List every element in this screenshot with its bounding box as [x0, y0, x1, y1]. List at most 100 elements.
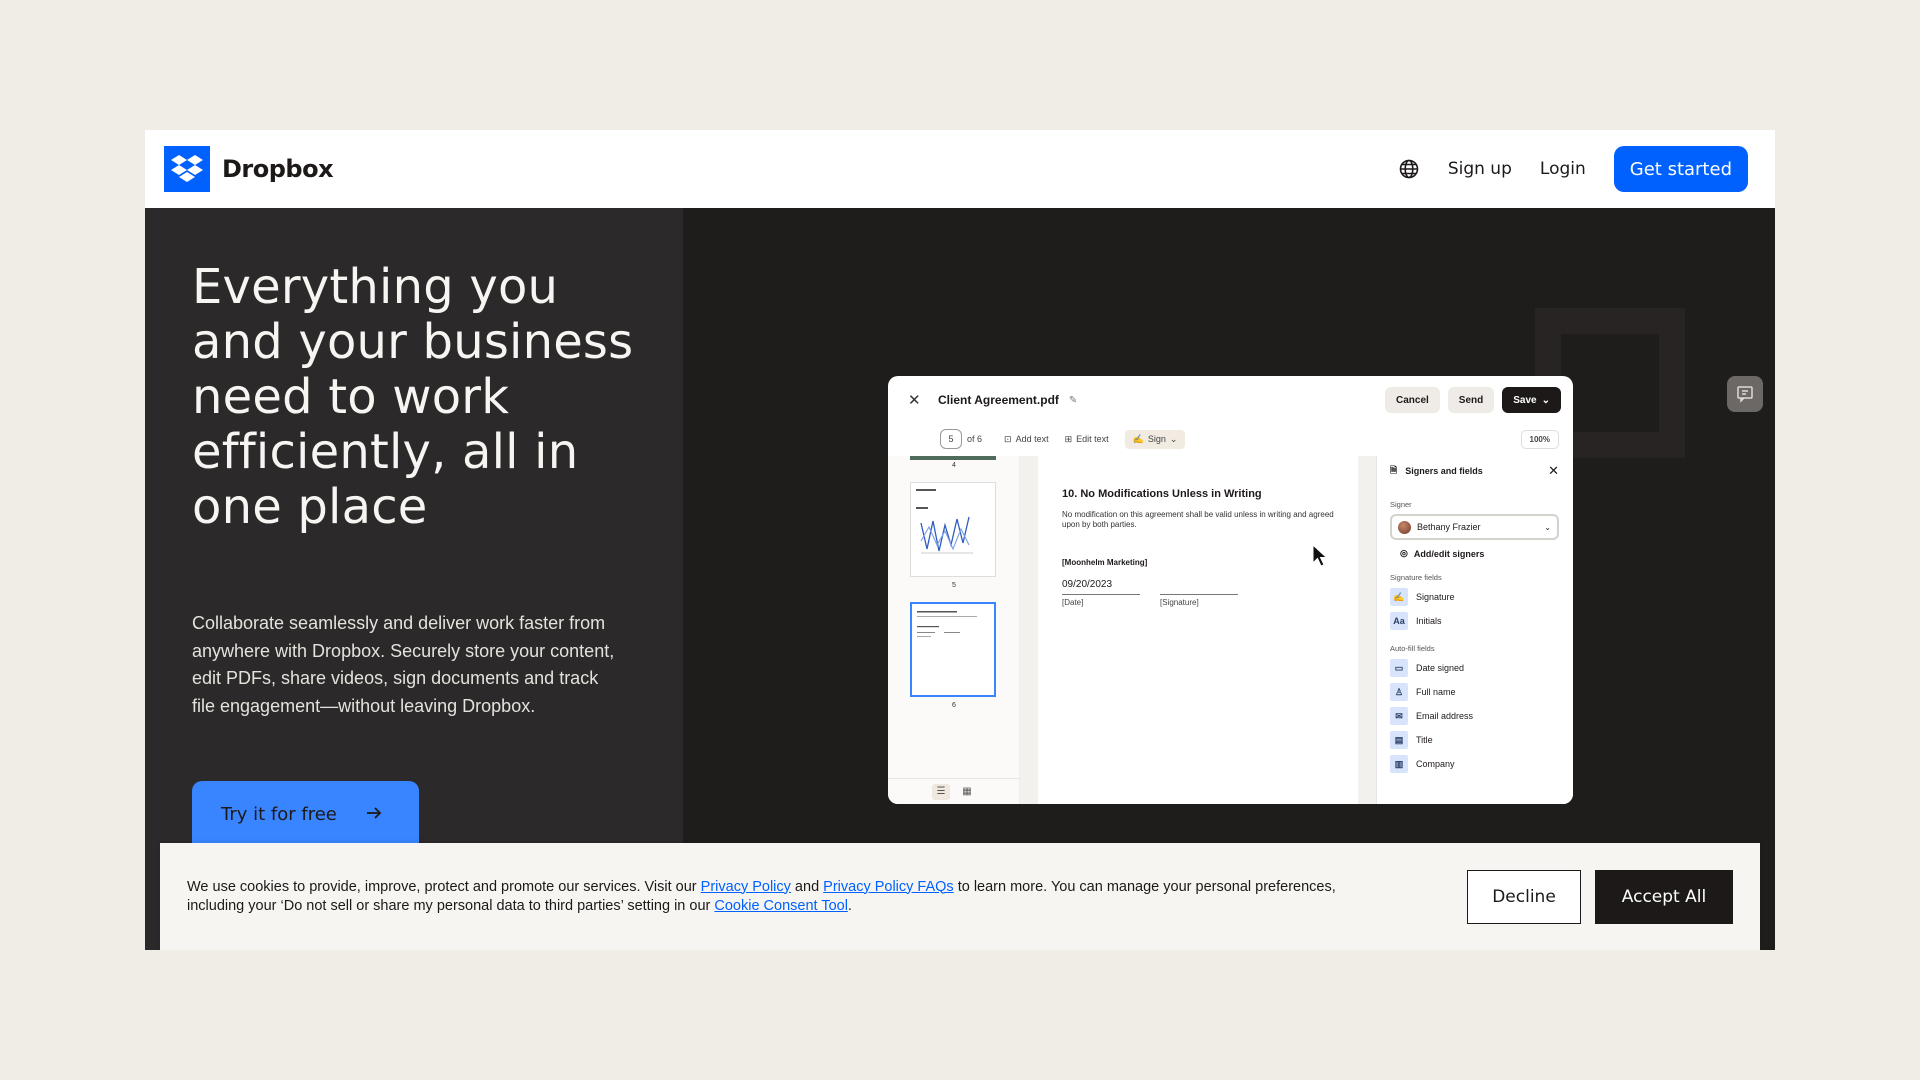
browser-viewport: Dropbox Sign up Login Get started Everyt… — [145, 130, 1775, 950]
editor-subtoolbar: 5 of 6 ⊡ Add text ⊞ Edit text ✍ Sign ⌄ 1… — [888, 424, 1573, 454]
send-button[interactable]: Send — [1447, 387, 1495, 413]
building-icon: ▥ — [1390, 755, 1408, 773]
document-icon: 🗎 — [1390, 465, 1398, 475]
signer-name: Bethany Frazier — [1417, 522, 1481, 532]
page-count: of 6 — [967, 434, 983, 444]
login-link[interactable]: Login — [1540, 159, 1586, 179]
get-started-button[interactable]: Get started — [1613, 146, 1748, 192]
mouse-cursor-icon — [1312, 544, 1328, 567]
page-thumbnails: 4 5 6 ☰ ▦ — [888, 456, 1020, 804]
signup-link[interactable]: Sign up — [1448, 159, 1512, 179]
add-signers-label: Add/edit signers — [1413, 548, 1485, 559]
decline-button[interactable]: Decline — [1467, 869, 1581, 924]
privacy-policy-link[interactable]: Privacy Policy — [701, 879, 791, 895]
field-label: Full name — [1416, 687, 1456, 697]
company-placeholder: [Moonhelm Marketing] — [1062, 558, 1148, 567]
sign-tool[interactable]: ✍ Sign ⌄ — [1124, 429, 1186, 449]
privacy-faqs-link[interactable]: Privacy Policy FAQs — [823, 879, 954, 895]
briefcase-icon: ▤ — [1390, 731, 1408, 749]
close-icon[interactable]: ✕ — [908, 391, 922, 409]
field-label: Company — [1416, 759, 1455, 769]
add-text-label: Add text — [1015, 434, 1049, 444]
signer-section-label: Signer — [1390, 500, 1412, 509]
panel-title: Signers and fields — [1405, 466, 1483, 476]
thumbnail-page-5[interactable] — [910, 482, 996, 577]
close-icon[interactable]: ✕ — [1548, 463, 1559, 479]
document-canvas: 10. No Modifications Unless in Writing N… — [1020, 456, 1376, 804]
grid-view-icon[interactable]: ▦ — [958, 784, 976, 800]
date-value: 09/20/2023 — [1062, 579, 1113, 590]
date-field[interactable]: 09/20/2023 [Date] — [1062, 579, 1140, 607]
document-paragraph: No modification on this agreement shall … — [1062, 510, 1334, 529]
document-page: 10. No Modifications Unless in Writing N… — [1038, 456, 1358, 804]
hero-headline: Everything you and your business need to… — [192, 259, 634, 535]
file-title: Client Agreement.pdf — [938, 393, 1059, 407]
field-email[interactable]: ✉ Email address — [1390, 707, 1559, 725]
user-icon: ◎ — [1400, 548, 1408, 558]
feedback-icon[interactable] — [1727, 376, 1763, 412]
chevron-down-icon: ⌄ — [1169, 433, 1178, 444]
accept-all-button[interactable]: Accept All — [1595, 869, 1733, 924]
try-free-label: Try it for free — [221, 804, 337, 825]
top-nav: Sign up Login Get started — [1398, 146, 1748, 192]
pencil-icon[interactable]: ✎ — [1069, 395, 1077, 406]
page-number-input[interactable]: 5 — [940, 429, 962, 449]
logo[interactable]: Dropbox — [164, 146, 334, 192]
cookie-text: We use cookies to provide, improve, prot… — [187, 878, 1337, 916]
thumbnail-number: 5 — [952, 582, 956, 589]
arrow-right-icon — [365, 804, 383, 827]
dropbox-logo-icon — [164, 146, 210, 192]
add-signers-button[interactable]: ◎ Add/edit signers — [1390, 548, 1559, 559]
hero-left: Everything you and your business need to… — [145, 208, 683, 950]
envelope-icon: ✉ — [1390, 707, 1408, 725]
thumbnail-number: 4 — [952, 462, 956, 469]
signature-section-label: Signature fields — [1390, 573, 1442, 582]
signature-field[interactable]: [Signature] — [1160, 579, 1238, 607]
signature-field-icon: ✍ — [1390, 588, 1408, 606]
field-label: Date signed — [1416, 663, 1465, 673]
signature-icon: ✍ — [1132, 433, 1144, 444]
add-text-tool[interactable]: ⊡ Add text — [1004, 434, 1049, 445]
edit-text-label: Edit text — [1076, 434, 1109, 444]
site-header: Dropbox Sign up Login Get started — [145, 130, 1775, 208]
cookie-banner: We use cookies to provide, improve, prot… — [160, 843, 1760, 950]
hero-right: ✕ Client Agreement.pdf ✎ Cancel Send Sav… — [683, 208, 1775, 950]
document-heading: 10. No Modifications Unless in Writing — [1062, 488, 1262, 500]
person-icon: ♙ — [1390, 683, 1408, 701]
signature-label: [Signature] — [1160, 598, 1199, 607]
field-full-name[interactable]: ♙ Full name — [1390, 683, 1559, 701]
field-company[interactable]: ▥ Company — [1390, 755, 1559, 773]
avatar — [1398, 520, 1411, 534]
zoom-select[interactable]: 100% — [1520, 429, 1559, 449]
field-date-signed[interactable]: ▭ Date signed — [1390, 659, 1559, 677]
text-box-icon: ⊡ — [1004, 433, 1012, 444]
field-signature[interactable]: ✍ Signature — [1390, 588, 1559, 606]
globe-icon[interactable] — [1398, 158, 1420, 180]
list-view-icon[interactable]: ☰ — [932, 783, 950, 800]
cancel-button[interactable]: Cancel — [1385, 387, 1440, 413]
cookie-text-part: . — [847, 897, 852, 914]
thumbnail-number: 6 — [952, 702, 956, 709]
editor-toolbar: ✕ Client Agreement.pdf ✎ Cancel Send Sav… — [888, 376, 1573, 424]
cookie-text-part: and — [790, 878, 824, 895]
date-label: [Date] — [1062, 598, 1084, 607]
thumbnail-page-6[interactable] — [910, 602, 996, 697]
edit-text-tool[interactable]: ⊞ Edit text — [1065, 434, 1109, 445]
field-initials[interactable]: Aa Initials — [1390, 612, 1559, 630]
signers-panel: 🗎 Signers and fields ✕ Signer Bethany Fr… — [1376, 456, 1573, 804]
cookie-consent-tool-link[interactable]: Cookie Consent Tool — [714, 898, 848, 914]
save-button[interactable]: Save ⌄ — [1502, 387, 1561, 413]
save-label: Save — [1513, 394, 1537, 406]
chevron-down-icon: ⌄ — [1541, 394, 1550, 406]
field-label: Title — [1416, 735, 1433, 745]
field-label: Email address — [1416, 711, 1474, 721]
sign-label: Sign — [1147, 434, 1166, 444]
thumbnail-page-4[interactable] — [910, 456, 996, 460]
signer-select[interactable]: Bethany Frazier ⌄ — [1390, 514, 1559, 540]
field-label: Initials — [1416, 616, 1442, 626]
edit-text-icon: ⊞ — [1064, 433, 1073, 444]
chevron-down-icon: ⌄ — [1544, 522, 1551, 532]
calendar-icon: ▭ — [1390, 659, 1408, 677]
field-title[interactable]: ▤ Title — [1390, 731, 1559, 749]
pdf-editor-window: ✕ Client Agreement.pdf ✎ Cancel Send Sav… — [888, 376, 1573, 804]
